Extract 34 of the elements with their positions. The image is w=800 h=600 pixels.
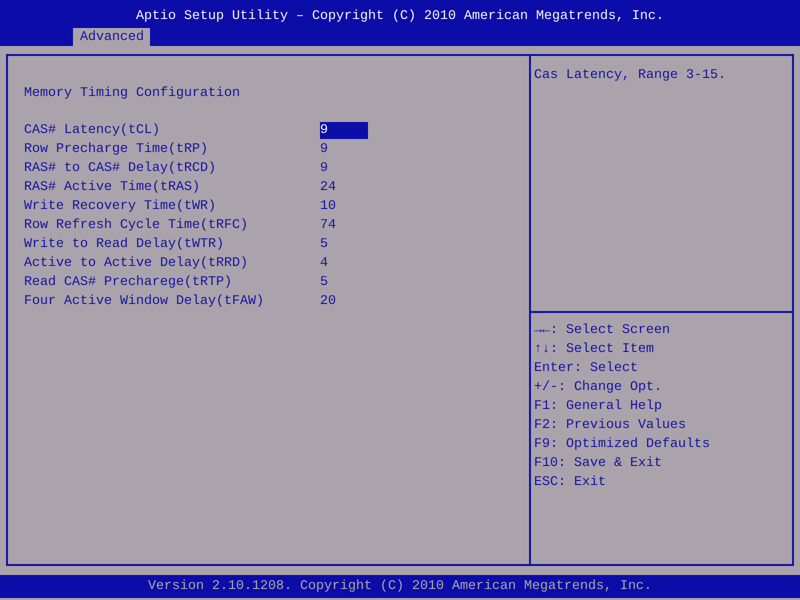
setting-value[interactable]: 5 <box>320 236 368 253</box>
key-hint: +/-: Change Opt. <box>534 379 663 397</box>
setting-label[interactable]: Read CAS# Precharege(tRTP) <box>24 275 320 290</box>
setting-label[interactable]: Four Active Window Delay(tFAW) <box>24 294 320 309</box>
setting-label[interactable]: RAS# Active Time(tRAS) <box>24 180 320 195</box>
setting-value[interactable]: 20 <box>320 293 368 310</box>
setting-label[interactable]: RAS# to CAS# Delay(tRCD) <box>24 161 320 176</box>
section-title: Memory Timing Configuration <box>24 85 241 103</box>
key-hint: ESC: Exit <box>534 474 607 492</box>
help-text: Cas Latency, Range 3-15. <box>534 68 726 83</box>
setting-value[interactable]: 74 <box>320 217 368 234</box>
setting-value[interactable]: 4 <box>320 255 368 272</box>
key-hint: F10: Save & Exit <box>534 455 663 473</box>
setting-label[interactable]: Active to Active Delay(tRRD) <box>24 256 320 271</box>
setting-value[interactable]: 10 <box>320 198 368 215</box>
status-bar-text: Version 2.10.1208. Copyright (C) 2010 American Megatrends, Inc. <box>148 579 652 594</box>
key-hint: Enter: Select <box>534 360 639 378</box>
key-hint: F2: Previous Values <box>534 417 687 435</box>
setting-value[interactable]: 24 <box>320 179 368 196</box>
setting-label[interactable]: Write Recovery Time(tWR) <box>24 199 320 214</box>
setting-value[interactable]: 9 <box>320 141 368 158</box>
menu-tab[interactable]: Advanced <box>73 28 150 47</box>
key-hint: F1: General Help <box>534 398 663 416</box>
setting-value[interactable]: 9 <box>320 160 368 177</box>
key-hint: →←: Select Screen <box>534 322 671 340</box>
window-title: Aptio Setup Utility – Copyright (C) 2010 American Megatrends, Inc. <box>136 8 664 25</box>
setting-label[interactable]: Row Precharge Time(tRP) <box>24 142 320 157</box>
setting-label[interactable]: Row Refresh Cycle Time(tRFC) <box>24 218 320 233</box>
key-hint: F9: Optimized Defaults <box>534 436 711 454</box>
setting-value[interactable]: 9 <box>320 122 368 139</box>
setting-label[interactable]: Write to Read Delay(tWTR) <box>24 237 320 252</box>
setting-label[interactable]: CAS# Latency(tCL) <box>24 123 320 138</box>
setting-value[interactable]: 5 <box>320 274 368 291</box>
key-hint: ↑↓: Select Item <box>534 341 655 359</box>
